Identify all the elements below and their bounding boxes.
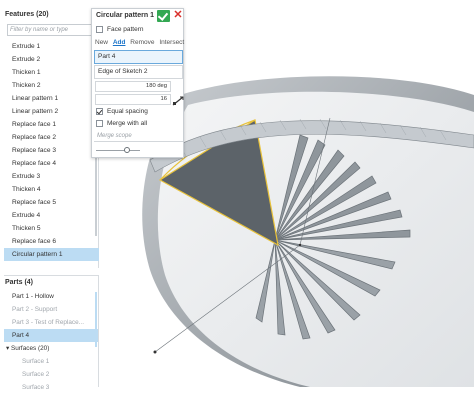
feature-item[interactable]: Thicken 4 (4, 183, 99, 196)
parts-list: Part 1 - Hollow Part 2 - Support Part 3 - … (4, 290, 98, 394)
part-item[interactable]: Part 2 - Support (4, 303, 98, 316)
features-panel-title: Features (20) (5, 11, 49, 18)
surface-item[interactable]: Surface 2 (4, 368, 98, 381)
op-new[interactable]: New (95, 39, 108, 46)
surfaces-group[interactable]: ▾ Surfaces (20) (4, 342, 98, 355)
instance-count-input[interactable]: 16 (95, 94, 171, 105)
face-pattern-checkbox[interactable] (96, 26, 103, 33)
part-item[interactable]: Part 1 - Hollow (4, 290, 98, 303)
feature-item[interactable]: Extrude 1 (4, 40, 99, 53)
dialog-title: Circular pattern 1 (96, 12, 154, 19)
operation-type-selector: New Add Remove Intersect (95, 39, 187, 46)
feature-item[interactable]: Replace face 2 (4, 131, 99, 144)
close-icon: ✕ (173, 9, 183, 21)
surface-item[interactable]: Surface 1 (4, 355, 98, 368)
tolerance-slider-track[interactable] (96, 150, 140, 151)
angle-input[interactable]: 180 deg (95, 81, 171, 92)
part-item[interactable]: Part 4 (4, 329, 98, 342)
feature-item[interactable]: Thicken 5 (4, 222, 99, 235)
parts-panel-title: Parts (4) (5, 279, 34, 286)
tolerance-slider-knob[interactable] (123, 147, 130, 153)
op-add[interactable]: Add (113, 39, 126, 46)
feature-item[interactable]: Replace face 6 (4, 235, 99, 248)
parts-list-panel: Parts (4) Part 1 - Hollow Part 2 - Suppor… (4, 275, 99, 391)
flip-direction-icon[interactable] (172, 96, 184, 106)
equal-spacing-checkbox[interactable] (96, 108, 103, 115)
feature-item[interactable]: Replace face 1 (4, 118, 99, 131)
feature-item[interactable]: Replace face 3 (4, 144, 99, 157)
surface-item[interactable]: Surface 3 (4, 381, 98, 394)
feature-item[interactable]: Extrude 4 (4, 209, 99, 222)
feature-item[interactable]: Linear pattern 1 (4, 92, 99, 105)
op-remove[interactable]: Remove (130, 39, 154, 46)
feature-list: Extrude 1 Extrude 2 Thicken 1 Thicken 2 Line… (4, 40, 99, 261)
axis-point (153, 350, 157, 354)
axis-of-pattern-field[interactable]: Edge of Sketch 2 (94, 65, 183, 79)
merge-with-all-label: Merge with all (107, 120, 148, 127)
feature-list-panel: Features (20) Filter by name or type Ext… (4, 8, 99, 268)
feature-item[interactable]: Extrude 3 (4, 170, 99, 183)
feature-item[interactable]: Extrude 2 (4, 53, 99, 66)
feature-item[interactable]: Circular pattern 1 (4, 248, 99, 261)
op-intersect[interactable]: Intersect (159, 39, 184, 46)
cancel-button[interactable]: ✕ (172, 9, 184, 22)
merge-scope-field[interactable]: Merge scope (94, 131, 183, 142)
part-item[interactable]: Part 3 - Test of Replace... (4, 316, 98, 329)
parts-list-scrollbar[interactable] (95, 292, 97, 347)
feature-item[interactable]: Replace face 4 (4, 157, 99, 170)
circular-pattern-dialog: Circular pattern 1 ✕ Face pattern New Ad… (91, 8, 184, 158)
surfaces-group-label: Surfaces (20) (10, 345, 50, 352)
feature-filter-input[interactable]: Filter by name or type (7, 24, 95, 36)
feature-item[interactable]: Replace face 5 (4, 196, 99, 209)
equal-spacing-label: Equal spacing (107, 108, 148, 115)
feature-item[interactable]: Linear pattern 2 (4, 105, 99, 118)
accept-button[interactable] (157, 10, 170, 22)
merge-with-all-checkbox[interactable] (96, 120, 103, 127)
feature-item[interactable]: Thicken 2 (4, 79, 99, 92)
entities-to-pattern-field[interactable]: Part 4 (94, 50, 183, 64)
feature-item[interactable]: Thicken 1 (4, 66, 99, 79)
face-pattern-label: Face pattern (107, 26, 144, 33)
